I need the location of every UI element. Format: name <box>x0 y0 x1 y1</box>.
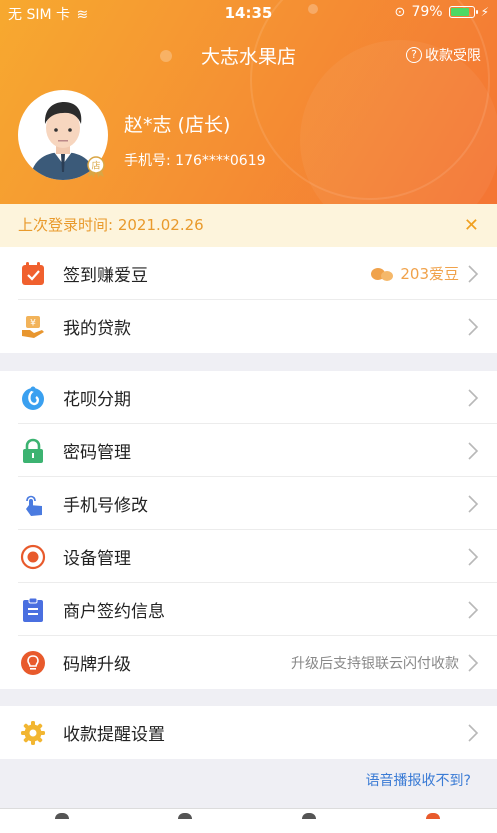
battery-icon <box>448 6 478 18</box>
user-name: 赵*志 (店长) <box>124 114 231 136</box>
svg-text:店: 店 <box>91 160 100 172</box>
status-bar: 无 SIM 卡 ≋ 14:35 ⊙ 79% ⚡ <box>0 0 497 26</box>
device-record-icon <box>20 544 46 570</box>
tab-bar <box>0 808 497 833</box>
question-icon: ? <box>406 47 422 63</box>
profile-header: 无 SIM 卡 ≋ 14:35 ⊙ 79% ⚡ 大志水果店 ? 收款受限 店 赵… <box>0 0 497 204</box>
menu-item-huabei[interactable]: 花呗分期 <box>0 371 497 424</box>
charging-icon: ⚡ <box>480 5 489 19</box>
menu-item-label: 码牌升级 <box>63 655 131 675</box>
menu-item-checkin[interactable]: 签到赚爱豆 203爱豆 <box>0 247 497 300</box>
menu-item-label: 密码管理 <box>63 443 131 463</box>
menu-item-label: 商户签约信息 <box>63 602 165 622</box>
user-phone: 手机号: 176****0619 <box>124 153 266 169</box>
tab-icon[interactable] <box>178 813 192 819</box>
menu-item-label: 花呗分期 <box>63 390 131 410</box>
chevron-right-icon <box>468 318 479 336</box>
menu-item-qr-upgrade[interactable]: 码牌升级 升级后支持银联云闪付收款 <box>0 636 497 689</box>
gear-icon <box>21 721 45 745</box>
chevron-right-icon <box>468 724 479 742</box>
chevron-right-icon <box>468 495 479 513</box>
menu-item-payment-reminder[interactable]: 收款提醒设置 <box>0 706 497 759</box>
menu-group-reminder: 收款提醒设置 <box>0 706 497 759</box>
voice-broadcast-help-link[interactable]: 语音播报收不到? <box>366 770 471 790</box>
payment-limited-link[interactable]: ? 收款受限 <box>406 45 481 65</box>
lock-icon <box>23 438 43 463</box>
chevron-right-icon <box>468 654 479 672</box>
menu-item-password[interactable]: 密码管理 <box>0 424 497 477</box>
menu-item-devices[interactable]: 设备管理 <box>0 530 497 583</box>
battery-percent: 79% <box>411 4 443 20</box>
chevron-right-icon <box>468 389 479 407</box>
bean-count: 203爱豆 <box>400 265 459 283</box>
menu-item-label: 设备管理 <box>63 549 131 569</box>
loan-hand-icon: ¥ <box>22 316 44 338</box>
lightbulb-icon <box>21 651 45 675</box>
menu-item-loans[interactable]: ¥ 我的贷款 <box>0 300 497 353</box>
menu-item-label: 收款提醒设置 <box>63 725 165 745</box>
upgrade-hint: 升级后支持银联云闪付收款 <box>291 655 459 672</box>
close-icon[interactable]: ✕ <box>464 204 479 247</box>
menu-item-label: 我的贷款 <box>63 319 131 339</box>
menu-item-label: 手机号修改 <box>63 496 148 516</box>
menu-group-rewards: 签到赚爱豆 203爱豆 ¥ 我的贷款 <box>0 247 497 353</box>
huabei-icon <box>22 386 44 410</box>
calendar-check-icon <box>22 262 44 285</box>
menu-group-settings: 花呗分期 密码管理 手机号修改 设备管理 商户签约信息 码牌升级 升级后支持银联… <box>0 371 497 689</box>
chevron-right-icon <box>468 265 479 283</box>
tab-icon[interactable] <box>426 813 440 819</box>
chevron-right-icon <box>468 442 479 460</box>
last-login-notice: 上次登录时间: 2021.02.26 ✕ <box>0 204 497 247</box>
menu-item-label: 签到赚爱豆 <box>63 266 148 286</box>
clipboard-icon <box>23 597 43 622</box>
manager-badge-icon: 店 <box>87 156 105 178</box>
tab-icon[interactable] <box>55 813 69 819</box>
svg-text:¥: ¥ <box>30 319 36 329</box>
tab-icon[interactable] <box>302 813 316 819</box>
menu-item-merchant-contract[interactable]: 商户签约信息 <box>0 583 497 636</box>
chevron-right-icon <box>468 601 479 619</box>
chevron-right-icon <box>468 548 479 566</box>
bean-icon <box>371 267 394 281</box>
tap-finger-icon <box>26 495 42 516</box>
orientation-lock-icon: ⊙ <box>394 4 406 20</box>
menu-item-phone-change[interactable]: 手机号修改 <box>0 477 497 530</box>
